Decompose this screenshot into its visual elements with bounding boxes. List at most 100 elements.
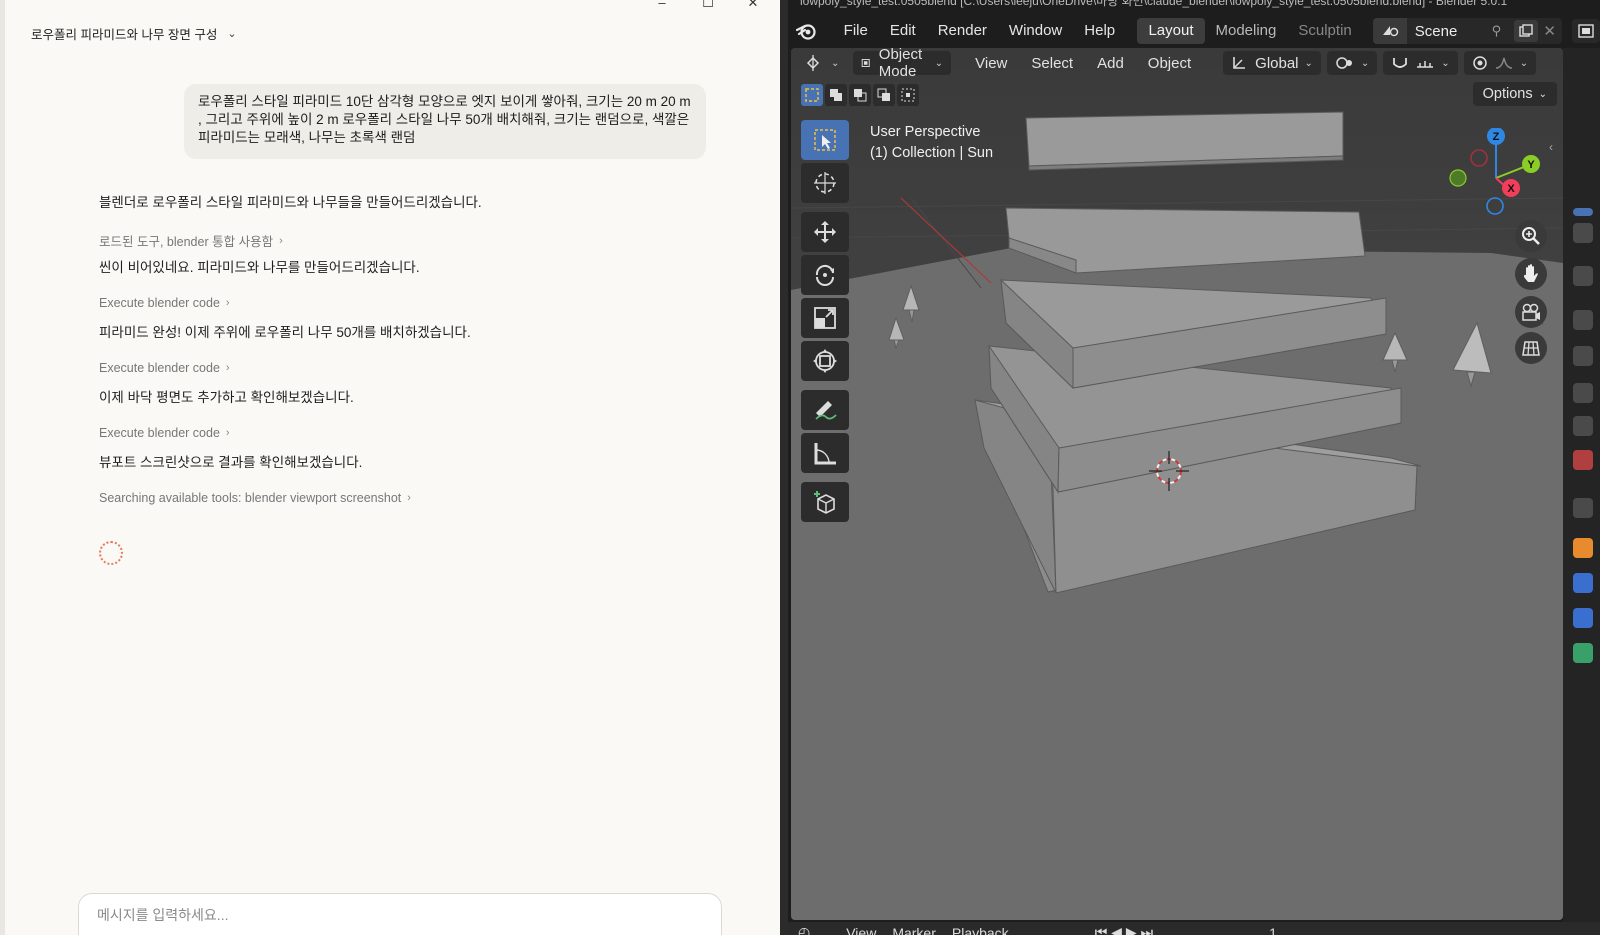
timeline-menu-playback[interactable]: Playback [952, 925, 1009, 935]
chevron-right-icon: › [225, 297, 230, 309]
scene-properties-icon[interactable] [1573, 383, 1593, 403]
particles-properties-icon[interactable] [1573, 608, 1593, 628]
output-properties-icon[interactable] [1573, 310, 1593, 330]
select-new-icon[interactable] [801, 84, 823, 106]
snap-toggle[interactable]: ⌄ [1383, 51, 1458, 75]
3d-viewport[interactable]: ⌄ Object Mode ⌄ View Select Add Object G… [791, 48, 1563, 920]
navigation-gizmo[interactable]: Z Y X [1441, 128, 1551, 228]
tab-layout[interactable]: Layout [1137, 18, 1205, 44]
editor-type-button[interactable]: ⌄ [797, 51, 847, 75]
add-cube-icon[interactable] [801, 482, 849, 522]
hand-pan-icon[interactable] [1515, 258, 1547, 290]
minimize-button[interactable]: – [652, 0, 672, 10]
select-box-icon[interactable] [801, 120, 849, 160]
blender-window: lowpoly_style_test.0505blend [C:\Users\l… [788, 0, 1600, 935]
proportional-editing-toggle[interactable]: ⌄ [1463, 51, 1537, 75]
pin-icon[interactable]: ⚲ [1492, 23, 1514, 39]
ortho-grid-icon[interactable] [1515, 332, 1547, 364]
timeline-menu-marker[interactable]: Marker [892, 925, 936, 935]
close-button[interactable]: ✕ [743, 0, 763, 10]
view-layer-icon[interactable] [1571, 19, 1600, 43]
message-composer [78, 893, 722, 935]
object-mode-icon [862, 59, 871, 67]
maximize-button[interactable]: ☐ [698, 0, 718, 10]
annotate-icon[interactable] [801, 390, 849, 430]
menu-file[interactable]: File [833, 18, 879, 44]
timeline-editor-icon[interactable]: ◴ [798, 924, 810, 935]
chevron-right-icon: › [225, 362, 230, 374]
render-properties-icon[interactable] [1573, 266, 1593, 286]
menu-window[interactable]: Window [998, 18, 1073, 44]
chat-window: – ☐ ✕ 로우폴리 피라미드와 나무 장면 구성 ⌄ 로우폴리 스타일 피라미… [0, 0, 780, 935]
modifier-properties-icon[interactable] [1573, 573, 1593, 593]
object-properties-icon[interactable] [1573, 538, 1593, 558]
scale-icon[interactable] [801, 298, 849, 338]
tool-call-label: Execute blender code [99, 361, 220, 375]
cursor-icon[interactable] [801, 163, 849, 203]
tool-call-toggle[interactable]: Searching available tools: blender viewp… [99, 491, 411, 505]
conversation-title-dropdown[interactable]: 로우폴리 피라미드와 나무 장면 구성 ⌄ [31, 24, 237, 43]
tab-modeling[interactable]: Modeling [1205, 18, 1288, 44]
options-label: Options [1482, 86, 1533, 102]
tool-call-toggle[interactable]: Execute blender code › [99, 426, 230, 440]
rotate-icon[interactable] [801, 255, 849, 295]
timeline-menu-view[interactable]: View [846, 925, 876, 935]
active-tab-indicator [1573, 208, 1593, 216]
visibility-selector[interactable]: ⌄ [1556, 51, 1563, 75]
blender-logo-icon[interactable] [796, 19, 819, 43]
scene-name: Scene [1414, 22, 1458, 40]
playback-controls[interactable]: ⏮ ◀ ▶ ⏭ [1095, 924, 1153, 935]
menu-select[interactable]: Select [1023, 51, 1081, 75]
proportional-edit-icon [1472, 56, 1487, 70]
new-scene-icon[interactable] [1513, 20, 1538, 42]
mode-selector[interactable]: Object Mode ⌄ [853, 48, 952, 80]
scene-selector[interactable]: Scene ⚲ ✕ [1372, 18, 1562, 44]
menu-add[interactable]: Add [1089, 51, 1132, 75]
menu-help[interactable]: Help [1073, 18, 1126, 44]
chevron-down-icon: ⌄ [1441, 57, 1450, 69]
chevron-down-icon: ⌄ [934, 57, 944, 69]
texture-properties-icon[interactable] [1573, 498, 1593, 518]
move-icon[interactable] [801, 212, 849, 252]
measure-icon[interactable] [801, 433, 849, 473]
menu-edit[interactable]: Edit [879, 18, 927, 44]
chevron-down-icon: ⌄ [831, 57, 840, 69]
options-dropdown[interactable]: Options ⌄ [1472, 82, 1557, 106]
tool-call-toggle[interactable]: Execute blender code › [99, 296, 230, 310]
current-frame-field[interactable]: 1 [1269, 925, 1277, 935]
delete-scene-icon[interactable]: ✕ [1538, 22, 1562, 40]
world-properties-icon[interactable] [1573, 416, 1593, 436]
tool-call-toggle[interactable]: Execute blender code › [99, 361, 230, 375]
menu-object[interactable]: Object [1140, 51, 1199, 75]
neg-x-axis-handle [1449, 169, 1467, 187]
view-layer-properties-icon[interactable] [1573, 346, 1593, 366]
viewport-header: ⌄ Object Mode ⌄ View Select Add Object G… [791, 48, 1563, 80]
orientation-selector[interactable]: Global ⌄ [1223, 51, 1321, 75]
select-subtract-icon[interactable] [849, 84, 871, 106]
transform-icon[interactable] [801, 341, 849, 381]
physics-properties-icon[interactable] [1573, 643, 1593, 663]
tab-sculpting[interactable]: Sculptin [1287, 18, 1362, 44]
pivot-selector[interactable]: ⌄ [1326, 51, 1378, 75]
loading-spinner-icon [99, 541, 123, 565]
z-axis-label: Z [1493, 131, 1500, 143]
select-difference-icon[interactable] [873, 84, 895, 106]
view-perspective-label: User Perspective [870, 124, 981, 140]
select-extend-icon[interactable] [825, 84, 847, 106]
sidebar-toggle-icon[interactable]: ‹ [1549, 140, 1553, 154]
menu-render[interactable]: Render [927, 18, 998, 44]
zoom-icon[interactable] [1515, 220, 1547, 252]
select-intersect-icon[interactable] [897, 84, 919, 106]
collection-label: (1) Collection | Sun [870, 145, 994, 161]
tool-properties-icon[interactable] [1573, 223, 1593, 243]
menu-view[interactable]: View [967, 51, 1015, 75]
chevron-right-icon: › [279, 234, 283, 247]
blender-topbar: File Edit Render Window Help Layout Mode… [788, 16, 1600, 46]
collection-properties-icon[interactable] [1573, 450, 1593, 470]
camera-icon[interactable] [1515, 296, 1547, 328]
chevron-down-icon: ⌄ [1360, 57, 1370, 69]
scene-icon[interactable] [1372, 18, 1407, 44]
message-input[interactable] [97, 907, 657, 923]
tool-call-toggle[interactable]: 로드된 도구, blender 통합 사용함 › [99, 231, 283, 250]
editor-type-icon [806, 55, 820, 71]
